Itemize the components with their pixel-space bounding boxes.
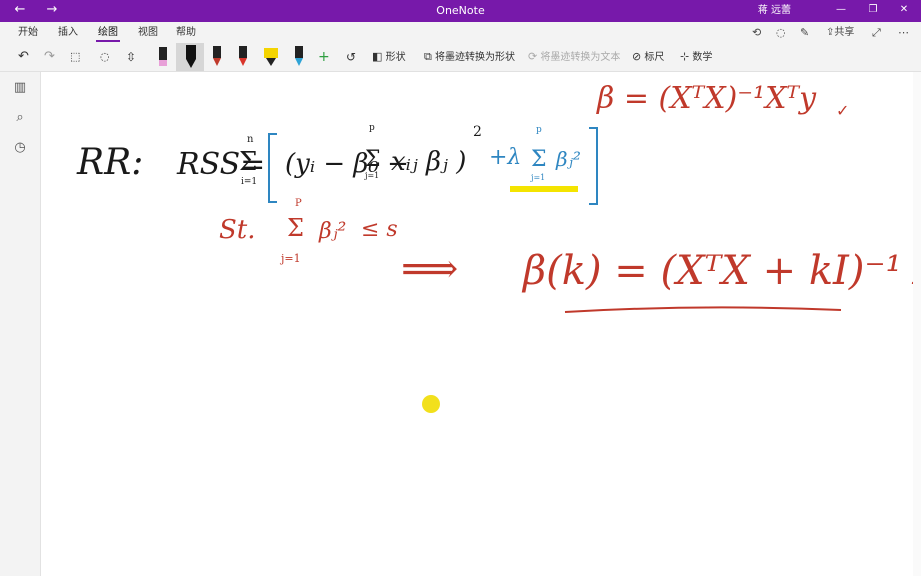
penalty-sum-bottom: j=1 (530, 173, 545, 182)
tab-view[interactable]: 视图 (138, 22, 158, 43)
title-bar: ← → OneNote 蒋 远蕾 — ❐ ✕ (0, 0, 921, 22)
st-sum-bottom: j=1 (279, 252, 301, 265)
right-bracket (589, 127, 598, 205)
fullscreen-icon[interactable]: ⤢ (872, 22, 881, 43)
eraser-pen-icon[interactable] (152, 43, 174, 71)
top-beta-text: β = (XᵀX)⁻¹Xᵀy (596, 81, 817, 116)
add-pen-icon[interactable]: + (318, 46, 330, 68)
notebooks-icon[interactable]: ▥ (12, 80, 28, 96)
minimize-button[interactable]: — (830, 0, 852, 22)
shapes-button[interactable]: ◧ 形状 (372, 46, 406, 68)
ruler-button[interactable]: ⊘ 标尺 (632, 46, 664, 68)
lasso-icon[interactable]: ◌ (100, 46, 110, 68)
user-name[interactable]: 蒋 远蕾 (758, 0, 791, 22)
rss-formula: RR: RSS= n Σ i=1 (yᵢ − β₀ − p Σ j=1 xᵢⱼ … (76, 123, 482, 187)
st-sum-top: P (295, 198, 302, 209)
restore-button[interactable]: ❐ (862, 0, 884, 22)
penalty-sigma: Σ (531, 147, 547, 172)
square-exponent: 2 (473, 124, 482, 140)
black-pen-icon[interactable] (180, 43, 202, 71)
shapes-label: 形状 (385, 52, 406, 63)
inner-sum-bottom: j=1 (364, 171, 379, 180)
ink-to-text-icon: ⟳ (528, 50, 538, 63)
recent-notes-icon[interactable]: ◷ (12, 140, 28, 156)
left-bracket (268, 133, 277, 203)
pen-settings-icon[interactable]: ✎ (800, 22, 809, 43)
check-mark: ✓ (836, 101, 849, 120)
sum-bottom: i=1 (241, 177, 257, 187)
sum-sigma: Σ (239, 147, 257, 177)
lightbulb-icon[interactable]: ◌ (776, 22, 786, 43)
ink-to-text-button[interactable]: ⟳ 将墨迹转换为文本 (528, 46, 620, 68)
penalty-beta: βⱼ² (555, 147, 581, 171)
penalty-term: +λ p Σ j=1 βⱼ² (489, 125, 581, 182)
inner-sum-top: p (369, 123, 375, 133)
vertical-scrollbar[interactable] (913, 72, 921, 576)
sum-top: n (247, 134, 254, 145)
draw-toolbar: ↶ ↷ ⬚ ◌ ⇳ + ↺ ◧ 形状 ⧉ 将墨迹转换为形状 ⟳ 将墨迹转换为文本… (0, 43, 921, 72)
beta-k-formula: β(k) = (XᵀX + kI)⁻¹ Xᵀy (521, 248, 921, 294)
st-label: St. (219, 215, 256, 245)
ribbon-tabs: 开始 插入 绘图 视图 帮助 ⟲ ◌ ✎ ⇪共享 ⤢ ⋯ (0, 22, 921, 43)
underline (564, 306, 842, 313)
left-sidebar: ▥ ⌕ ◷ (0, 72, 41, 576)
penalty-highlight (510, 186, 578, 192)
redo-icon[interactable]: ↷ (44, 46, 55, 68)
x-beta-term: xᵢⱼ βⱼ ) (391, 147, 466, 177)
insert-space-icon[interactable]: ⇳ (126, 46, 136, 68)
inner-sum-sigma: Σ (365, 147, 381, 172)
share-button[interactable]: ⇪共享 (826, 22, 854, 43)
ink-to-text-label: 将墨迹转换为文本 (540, 52, 621, 63)
shapes-icon: ◧ (372, 50, 383, 63)
math-button[interactable]: ⊹ 数学 (680, 46, 712, 68)
tab-help[interactable]: 帮助 (176, 22, 196, 43)
ridge-estimator: ⟹ β(k) = (XᵀX + kI)⁻¹ Xᵀy (401, 246, 921, 294)
tab-draw[interactable]: 绘图 (96, 22, 120, 43)
top-beta-formula: β = (XᵀX)⁻¹Xᵀy ✓ (596, 81, 849, 120)
tab-home[interactable]: 开始 (18, 22, 38, 43)
tab-insert[interactable]: 插入 (58, 22, 78, 43)
share-label: 共享 (834, 27, 855, 38)
search-icon[interactable]: ⌕ (12, 110, 28, 126)
more-icon[interactable]: ⋯ (898, 22, 909, 43)
undo-icon[interactable]: ↶ (18, 46, 29, 68)
yellow-highlighter-icon[interactable] (260, 43, 282, 71)
math-label: 数学 (692, 52, 713, 63)
st-sigma: Σ (287, 214, 304, 242)
red-pen-icon[interactable] (206, 43, 228, 71)
ink-layer[interactable]: β = (XᵀX)⁻¹Xᵀy ✓ RR: RSS= n Σ i=1 (yᵢ − … (41, 72, 921, 576)
ink-to-shape-label: 将墨迹转换为形状 (435, 52, 516, 63)
pointer-dot (422, 395, 440, 413)
lasso-select-icon[interactable]: ⬚ (70, 46, 80, 68)
penalty-sum-top: p (536, 125, 542, 135)
ruler-label: 标尺 (644, 52, 665, 63)
ink-replay-icon[interactable]: ↺ (346, 46, 356, 68)
note-canvas[interactable]: β = (XᵀX)⁻¹Xᵀy ✓ RR: RSS= n Σ i=1 (yᵢ − … (41, 72, 921, 576)
math-icon: ⊹ (680, 50, 690, 63)
lambda-term: +λ (489, 145, 521, 170)
ruler-icon: ⊘ (632, 50, 642, 63)
rr-label: RR: (76, 142, 143, 183)
ink-to-shape-icon: ⧉ (424, 50, 432, 63)
close-button[interactable]: ✕ (893, 0, 915, 22)
st-leq: ≤ s (361, 217, 398, 242)
sync-icon[interactable]: ⟲ (752, 22, 761, 43)
blue-pen-icon[interactable] (288, 43, 310, 71)
ink-to-shape-button[interactable]: ⧉ 将墨迹转换为形状 (424, 46, 515, 68)
red-pen-2-icon[interactable] (232, 43, 254, 71)
constraint: St. P Σ j=1 βⱼ² ≤ s (219, 198, 398, 265)
st-beta: βⱼ² (318, 219, 346, 244)
implies-arrow: ⟹ (401, 246, 458, 292)
